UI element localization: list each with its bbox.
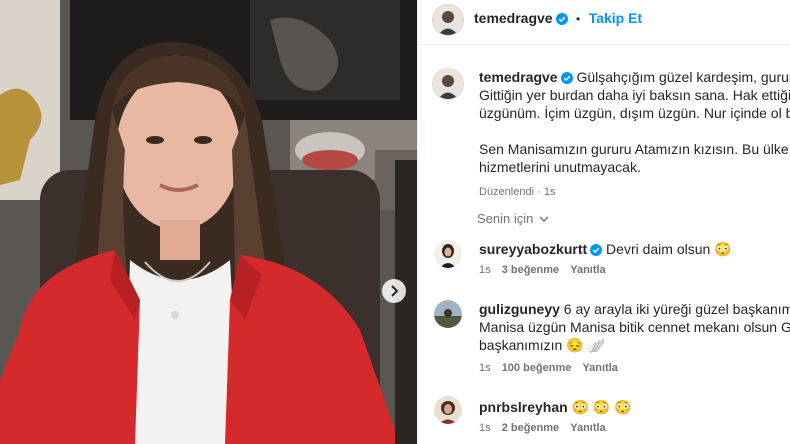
comment-username[interactable]: pnrbslreyhan: [479, 399, 568, 415]
avatar-image: [433, 69, 463, 99]
comment-2: gulizguneyy 6 ay arayla iki yüreği güzel…: [479, 300, 790, 374]
comment-time[interactable]: 1s: [479, 362, 491, 374]
avatar-image: [434, 300, 462, 328]
comment-avatar[interactable]: [434, 396, 462, 424]
avatar-image: [434, 240, 462, 268]
caption-avatar[interactable]: [432, 68, 464, 100]
comment-text: Manisa üzgün Manisa bitik cennet mekanı …: [479, 319, 790, 335]
follow-button[interactable]: Takip Et: [589, 10, 642, 26]
comment-text: Devri daim olsun 😳: [606, 241, 732, 257]
post-image: [0, 0, 417, 444]
verified-icon: [555, 13, 568, 25]
caption-text-2: Gittiğin yer burdan daha iyi baksın sana…: [479, 87, 790, 103]
chevron-right-icon: [391, 285, 399, 297]
comment-meta: 1s 100 beğenme Yanıtla: [479, 362, 790, 374]
header-dot: •: [576, 12, 581, 26]
reply-button[interactable]: Yanıtla: [582, 362, 617, 374]
caption-text-5: hizmetlerini unutmayacak.: [479, 159, 641, 175]
comment-meta: 1s 2 beğenme Yanıtla: [479, 422, 632, 434]
comment-3: pnrbslreyhan 😳 😳 😳 1s 2 beğenme Yanıtla: [479, 398, 632, 434]
caption-block: temedragve Gülşahçığım güzel kardeşim, g…: [479, 68, 790, 198]
comment-text: 😳 😳 😳: [571, 399, 632, 415]
verified-icon: [590, 244, 603, 256]
caption-text-3: üzgünüm. İçim üzgün, dışım üzgün. Nur iç…: [479, 105, 790, 121]
verified-icon: [560, 72, 573, 84]
comment-1: sureyyabozkurtt Devri daim olsun 😳 1s 3 …: [479, 240, 732, 276]
comment-body: pnrbslreyhan 😳 😳 😳: [479, 398, 632, 416]
header-username[interactable]: temedragve: [474, 10, 553, 26]
reply-button[interactable]: Yanıtla: [570, 264, 605, 276]
post-header: temedragve • Takip Et: [474, 10, 642, 28]
comment-meta: 1s 3 beğenme Yanıtla: [479, 264, 732, 276]
caption-meta: Düzenlendi · 1s: [479, 186, 790, 198]
comment-username[interactable]: sureyyabozkurtt: [479, 241, 587, 257]
caption-time[interactable]: 1s: [544, 186, 556, 198]
chevron-down-icon: [539, 216, 549, 222]
comment-body: sureyyabozkurtt Devri daim olsun 😳: [479, 240, 732, 258]
comment-time[interactable]: 1s: [479, 264, 491, 276]
comment-likes[interactable]: 3 beğenme: [502, 264, 559, 276]
avatar-image: [434, 396, 462, 424]
comment-text: başkanımızın 😔 🪽: [479, 337, 605, 353]
reply-button[interactable]: Yanıtla: [570, 422, 605, 434]
comment-time[interactable]: 1s: [479, 422, 491, 434]
header-divider: [418, 44, 790, 45]
caption-text-4: Sen Manisamızın gururu Atamızın kızısın.…: [479, 141, 790, 157]
comment-likes[interactable]: 100 beğenme: [502, 362, 572, 374]
caption-username[interactable]: temedragve: [479, 69, 558, 85]
caption-text-1: Gülşahçığım güzel kardeşim, gururumuz.: [576, 69, 790, 85]
header-avatar[interactable]: [432, 4, 464, 36]
post-side-panel: temedragve • Takip Et temedragve Gülşahç…: [417, 0, 790, 444]
caption-line-1: temedragve Gülşahçığım güzel kardeşim, g…: [479, 68, 790, 86]
comment-likes[interactable]: 2 beğenme: [502, 422, 559, 434]
post-photo[interactable]: [0, 0, 417, 444]
comment-avatar[interactable]: [434, 300, 462, 328]
edited-label: Düzenlendi: [479, 186, 535, 198]
comment-body: gulizguneyy 6 ay arayla iki yüreği güzel…: [479, 300, 790, 318]
comment-username[interactable]: gulizguneyy: [479, 301, 560, 317]
comment-sort-dropdown[interactable]: Senin için: [477, 211, 549, 226]
avatar-image: [433, 5, 463, 35]
sort-label: Senin için: [477, 211, 534, 226]
next-photo-button[interactable]: [382, 279, 406, 303]
meta-separator: ·: [537, 186, 541, 198]
comment-text: 6 ay arayla iki yüreği güzel başkanımızı…: [563, 301, 790, 317]
comment-avatar[interactable]: [434, 240, 462, 268]
